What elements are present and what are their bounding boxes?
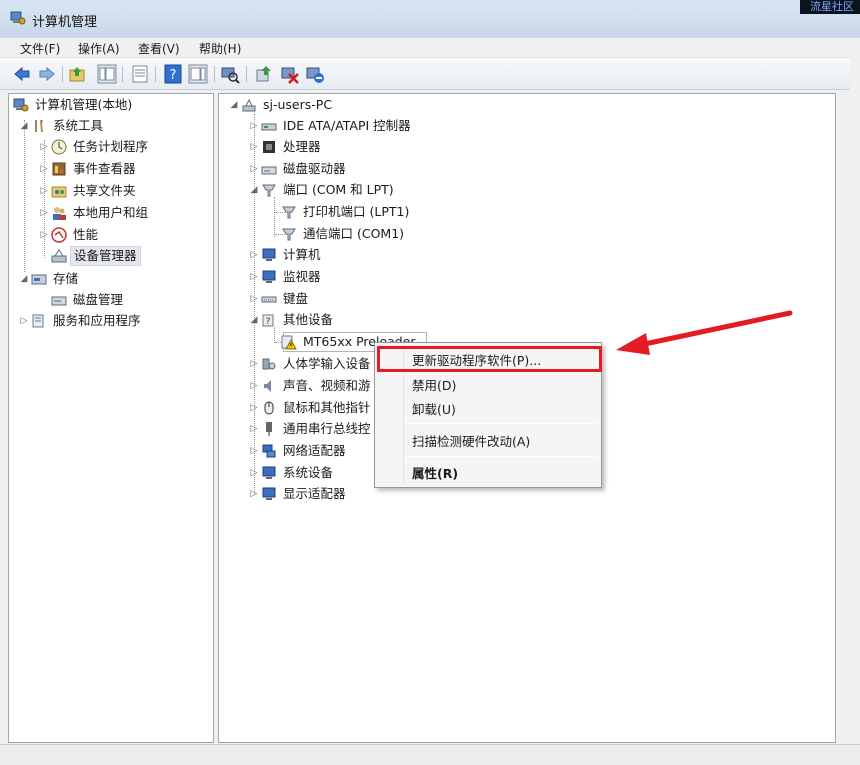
collapse-arrow-icon[interactable]: ◢ [249, 315, 259, 325]
window-right-edge [850, 44, 860, 744]
speaker-icon [264, 380, 271, 392]
menu-item-disable[interactable]: 禁用(D) [412, 375, 456, 394]
event-viewer-icon [52, 162, 66, 176]
expand-arrow-icon[interactable]: ▷ [249, 381, 259, 391]
warning-icon [281, 335, 297, 350]
annotation-arrow-icon [616, 310, 793, 355]
expand-arrow-icon[interactable]: ▷ [249, 489, 259, 499]
expand-arrow-icon[interactable]: ▷ [249, 424, 259, 434]
device-manager-icon [51, 249, 67, 263]
hid-icon [262, 358, 276, 370]
keyboard-icon [261, 296, 277, 303]
clock-icon [51, 139, 67, 155]
users-icon [53, 207, 66, 220]
port-icon [282, 206, 296, 219]
uninstall-device-icon[interactable] [305, 64, 325, 84]
unknown-device-icon: ? [262, 314, 274, 327]
help-icon[interactable]: ? [163, 64, 183, 84]
forward-arrow-icon[interactable] [37, 64, 57, 84]
update-driver-icon[interactable] [254, 64, 274, 84]
title-bar: 计算机管理 [0, 0, 860, 38]
collapse-arrow-icon[interactable]: ◢ [19, 121, 29, 131]
system-device-icon [262, 466, 276, 479]
expand-arrow-icon[interactable]: ▷ [39, 186, 49, 196]
network-icon [262, 444, 276, 458]
expand-arrow-icon[interactable]: ▷ [39, 164, 49, 174]
monitor-icon [262, 248, 276, 261]
show-action-pane-icon[interactable] [188, 64, 208, 84]
menu-view[interactable]: 查看(V) [136, 40, 182, 57]
disk-drive-icon [261, 166, 277, 175]
menu-action[interactable]: 操作(A) [76, 40, 122, 57]
computer-icon [242, 98, 256, 112]
toolbar: ? [0, 58, 860, 90]
status-bar [0, 744, 860, 765]
scan-hardware-icon[interactable] [220, 64, 240, 84]
menu-help[interactable]: 帮助(H) [197, 40, 243, 57]
expand-arrow-icon[interactable]: ▷ [39, 208, 49, 218]
disable-device-icon[interactable] [280, 64, 300, 84]
computer-management-icon [10, 11, 26, 25]
expand-arrow-icon[interactable]: ▷ [249, 359, 259, 369]
watermark-text: 流星社区 [800, 0, 860, 14]
menu-file[interactable]: 文件(F) [18, 40, 62, 57]
window-title: 计算机管理 [32, 15, 98, 30]
expand-arrow-icon[interactable]: ▷ [249, 294, 259, 304]
expand-arrow-icon[interactable]: ▷ [249, 446, 259, 456]
expand-arrow-icon[interactable]: ▷ [249, 142, 259, 152]
expand-arrow-icon[interactable]: ▷ [249, 164, 259, 174]
show-tree-icon[interactable] [97, 64, 117, 84]
display-adapter-icon [262, 487, 276, 500]
usb-icon [266, 422, 272, 436]
performance-icon [51, 227, 67, 243]
system-tools-icon [35, 120, 43, 132]
expand-arrow-icon[interactable]: ▷ [249, 403, 259, 413]
computer-management-icon [13, 98, 29, 112]
properties-icon[interactable] [130, 64, 150, 84]
back-arrow-icon[interactable] [12, 64, 32, 84]
port-icon [282, 228, 296, 241]
monitor-icon [262, 270, 276, 283]
shared-folder-icon [51, 186, 67, 198]
svg-text:?: ? [266, 317, 271, 327]
up-folder-icon[interactable] [68, 64, 88, 84]
menu-bar: 文件(F) 操作(A) 查看(V) 帮助(H) [0, 38, 860, 58]
mouse-icon [264, 401, 274, 415]
collapse-arrow-icon[interactable]: ◢ [229, 100, 239, 110]
menu-item-properties[interactable]: 属性(R) [412, 463, 458, 482]
expand-arrow-icon[interactable]: ▷ [39, 230, 49, 240]
menu-item-uninstall[interactable]: 卸载(U) [412, 399, 456, 418]
highlight-box [377, 346, 602, 372]
services-icon [32, 314, 44, 328]
disk-icon [51, 296, 67, 306]
svg-text:?: ? [170, 68, 177, 83]
collapse-arrow-icon[interactable]: ◢ [249, 185, 259, 195]
console-tree-pane: 计算机管理(本地) ◢ 系统工具 ▷ 任务计划程序 ▷ 事件查看器 ▷ 共享文件… [8, 93, 214, 743]
expand-arrow-icon[interactable]: ▷ [39, 142, 49, 152]
expand-arrow-icon[interactable]: ▷ [249, 468, 259, 478]
collapse-arrow-icon[interactable]: ◢ [19, 274, 29, 284]
menu-item-scan-hardware[interactable]: 扫描检测硬件改动(A) [412, 431, 530, 450]
expand-arrow-icon[interactable]: ▷ [249, 250, 259, 260]
storage-icon [31, 274, 47, 285]
expand-arrow-icon[interactable]: ▷ [249, 272, 259, 282]
expand-arrow-icon[interactable]: ▷ [19, 316, 29, 326]
expand-arrow-icon[interactable]: ▷ [249, 121, 259, 131]
ide-controller-icon [261, 123, 277, 131]
port-icon [262, 184, 276, 197]
processor-icon [263, 141, 275, 153]
